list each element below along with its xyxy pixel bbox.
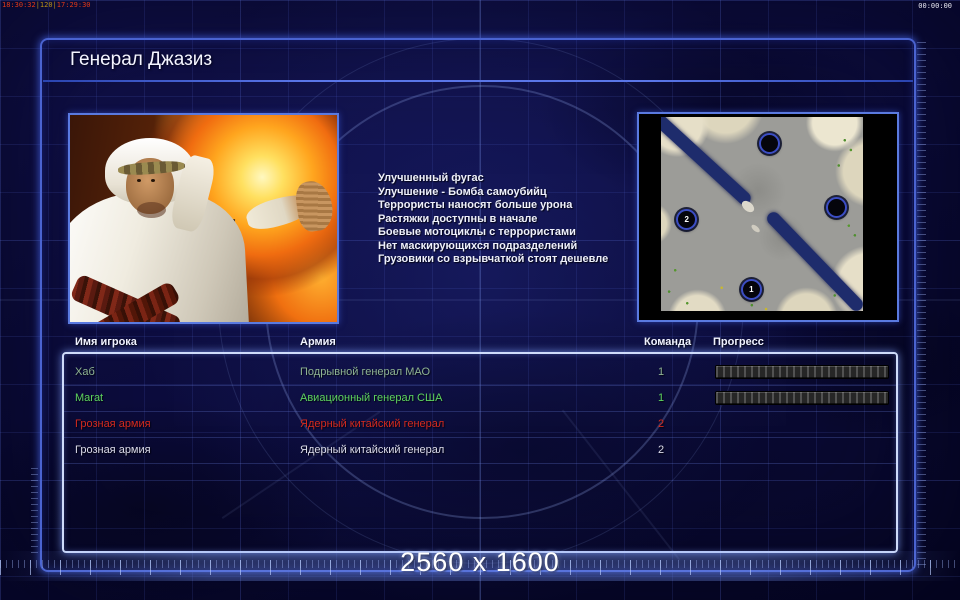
perk-item: Растяжки доступны в начале (378, 212, 538, 225)
match-timer: 00:00:00 (918, 2, 952, 10)
perk-item: Улучшение - Бомба самоубийц (378, 185, 547, 198)
resolution-label: 2560 x 1600 (400, 547, 560, 577)
minimap: 2 1 (661, 117, 863, 311)
player-army: Ядерный китайский генерал (300, 418, 445, 430)
face-eyes (136, 179, 141, 183)
column-header-army: Армия (300, 336, 336, 348)
player-name: Marat (75, 392, 104, 404)
main-frame: Генерал Джазиз Улучшенный фугас Улучшени… (40, 38, 916, 572)
title-separator (43, 80, 913, 82)
general-perks-list: Улучшенный фугас Улучшение - Бомба самоу… (378, 172, 638, 267)
marker-label: 2 (684, 214, 689, 224)
player-team: 2 (657, 418, 665, 430)
perk-item: Грузовики со взрывчаткой стоят дешевле (378, 253, 609, 265)
perk-item: Боевые мотоциклы с террористами (378, 226, 576, 238)
marker-label: 1 (749, 284, 754, 294)
start-position-marker: 1 (740, 278, 762, 300)
progress-bar (715, 365, 889, 379)
players-panel: Хаб Подрывной генерал МАО 1 Marat Авиаци… (62, 352, 898, 553)
start-position-marker (825, 197, 847, 219)
player-army: Ядерный китайский генерал (300, 444, 445, 456)
column-header-name: Имя игрока (75, 336, 137, 348)
progress-bar-fill (716, 366, 888, 378)
player-row: Грозная армия Ядерный китайский генерал … (64, 411, 896, 438)
player-row: Marat Авиационный генерал США 1 (64, 385, 896, 412)
player-team: 1 (657, 366, 665, 378)
column-header-team: Команда (644, 336, 692, 348)
right-ruler-decoration (917, 42, 926, 566)
player-name: Хаб (75, 366, 95, 378)
debug-time-b: 17:29:30 (56, 1, 91, 9)
perk-item: Нет маскирующихся подразделений (378, 239, 578, 252)
progress-bar-fill (716, 392, 888, 404)
player-row: Грозная армия Ядерный китайский генерал … (64, 437, 896, 464)
debug-time-a: 18:30:32 (2, 1, 36, 9)
players-table-header: Имя игрока Армия Команда Прогресс (42, 336, 914, 352)
start-position-marker: 2 (676, 208, 698, 230)
player-team: 2 (657, 444, 665, 456)
debug-timer-overlay: 18:30:32|120|17:29:30 (2, 1, 91, 9)
player-name: Грозная армия (75, 418, 151, 430)
debug-fps: |120| (35, 1, 57, 9)
perk-item: Террористы наносят больше урона (378, 199, 573, 211)
player-row: Хаб Подрывной генерал МАО 1 (64, 359, 896, 386)
player-army: Подрывной генерал МАО (300, 366, 431, 378)
page-title: Генерал Джазиз (70, 49, 213, 70)
player-team: 1 (657, 392, 665, 404)
column-header-progress: Прогресс (713, 336, 764, 348)
minimap-panel: 2 1 (637, 112, 899, 322)
general-portrait (68, 113, 339, 324)
player-army: Авиационный генерал США (300, 392, 443, 404)
left-ruler-decoration (31, 468, 38, 556)
progress-bar (715, 391, 889, 405)
perk-item: Улучшенный фугас (378, 172, 484, 184)
player-name: Грозная армия (75, 444, 151, 456)
loading-screen: 18:30:32|120|17:29:30 00:00:00 Генерал Д… (0, 0, 960, 600)
